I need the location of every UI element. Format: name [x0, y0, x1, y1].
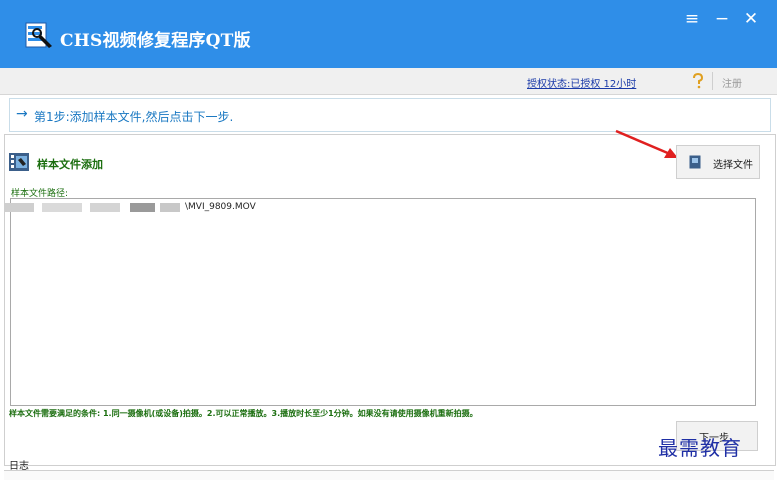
divider: [712, 72, 713, 90]
watermark-text: 最需教育: [658, 436, 742, 460]
annotation-arrow: [615, 129, 678, 158]
redacted-path-segment: [130, 203, 155, 212]
auth-status-link[interactable]: 授权状态:已授权 12小时: [527, 75, 636, 90]
video-file-icon: [9, 153, 29, 171]
choose-file-button[interactable]: 选择文件: [676, 145, 760, 179]
status-bar: 授权状态:已授权 12小时 注册: [0, 68, 777, 95]
arrow-right-icon: →: [16, 106, 28, 122]
choose-file-label: 选择文件: [713, 160, 753, 171]
requirements-note: 样本文件需要满足的条件: 1.同一摄像机(或设备)拍摄。2.可以正常播放。3.播…: [9, 409, 478, 418]
redacted-path-segment: [42, 203, 82, 212]
redacted-path-segment: [160, 203, 180, 212]
app-logo-icon: [25, 22, 52, 48]
redacted-path-segment: [4, 203, 34, 212]
close-icon[interactable]: ✕: [739, 8, 763, 30]
file-icon: [689, 155, 701, 169]
step-instruction-text: 第1步:添加样本文件,然后点击下一步.: [34, 110, 234, 124]
register-button[interactable]: 注册: [722, 75, 742, 90]
sample-path-value: \MVI_9809.MOV: [185, 202, 256, 212]
section-title: 样本文件添加: [37, 158, 103, 171]
app-title: CHS视频修复程序QT版: [60, 31, 251, 51]
sample-path-field[interactable]: [10, 198, 756, 406]
title-bar: CHS视频修复程序QT版 ≡ − ✕: [0, 0, 777, 68]
help-icon[interactable]: [692, 73, 704, 89]
step-instruction-bar: → 第1步:添加样本文件,然后点击下一步.: [9, 98, 771, 132]
minimize-icon[interactable]: −: [710, 8, 734, 30]
menu-icon[interactable]: ≡: [680, 8, 704, 30]
redacted-path-segment: [90, 203, 120, 212]
